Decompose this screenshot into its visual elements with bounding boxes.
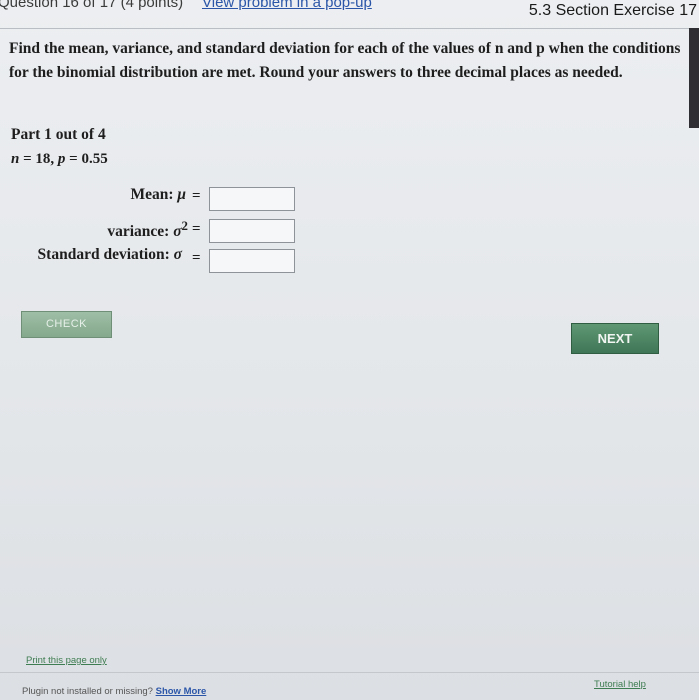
p-value: = 0.55: [69, 151, 108, 167]
sigma-symbol: σ: [173, 223, 182, 241]
stddev-row: Standard deviation: σ: [0, 243, 182, 269]
mean-row: Mean: μ: [0, 183, 186, 209]
exercise-page: Question 16 of 17 (4 points) View proble…: [0, 0, 699, 700]
stddev-input[interactable]: [209, 249, 295, 273]
variance-label-text: variance:: [107, 223, 170, 241]
popup-link[interactable]: View problem in a pop-up: [202, 0, 372, 11]
mean-input[interactable]: [209, 187, 295, 211]
variance-label: variance: σ2: [107, 218, 188, 241]
mu-symbol: μ: [177, 186, 186, 203]
question-meta: Question 16 of 17 (4 points): [0, 0, 184, 11]
variance-input[interactable]: [209, 219, 295, 243]
mean-equals: =: [192, 188, 201, 204]
footer-divider: [0, 672, 699, 673]
squared-superscript: 2: [181, 218, 188, 233]
check-button[interactable]: CHECK: [21, 311, 112, 338]
part-indicator: Part 1 out of 4: [11, 126, 106, 143]
sigma-symbol: σ: [173, 246, 182, 263]
p-symbol: p: [57, 151, 66, 167]
mean-label: Mean: μ: [130, 186, 186, 204]
problem-instructions: Find the mean, variance, and standard de…: [9, 40, 681, 81]
tutorial-help-link[interactable]: Tutorial help: [594, 679, 646, 690]
plugin-text: Plugin not installed or missing?: [22, 686, 153, 697]
stddev-equals: =: [192, 250, 201, 266]
mean-label-text: Mean:: [130, 186, 174, 203]
n-symbol: n: [11, 151, 20, 167]
stddev-label: Standard deviation: σ: [38, 246, 182, 264]
plugin-notice: Plugin not installed or missing? Show Mo…: [22, 686, 206, 697]
stddev-label-text: Standard deviation:: [37, 246, 170, 263]
n-value: = 18,: [23, 151, 55, 167]
variance-row: variance: σ2: [0, 215, 188, 241]
exercise-title: 5.3 Section Exercise 17: [528, 2, 697, 19]
next-button[interactable]: NEXT: [571, 323, 659, 354]
show-more-link[interactable]: Show More: [156, 686, 207, 697]
print-page-link[interactable]: Print this page only: [26, 655, 107, 666]
parameters: n = 18, p = 0.55: [11, 151, 108, 168]
question-header: Question 16 of 17 (4 points) View proble…: [0, 0, 699, 29]
variance-equals: =: [192, 221, 201, 237]
